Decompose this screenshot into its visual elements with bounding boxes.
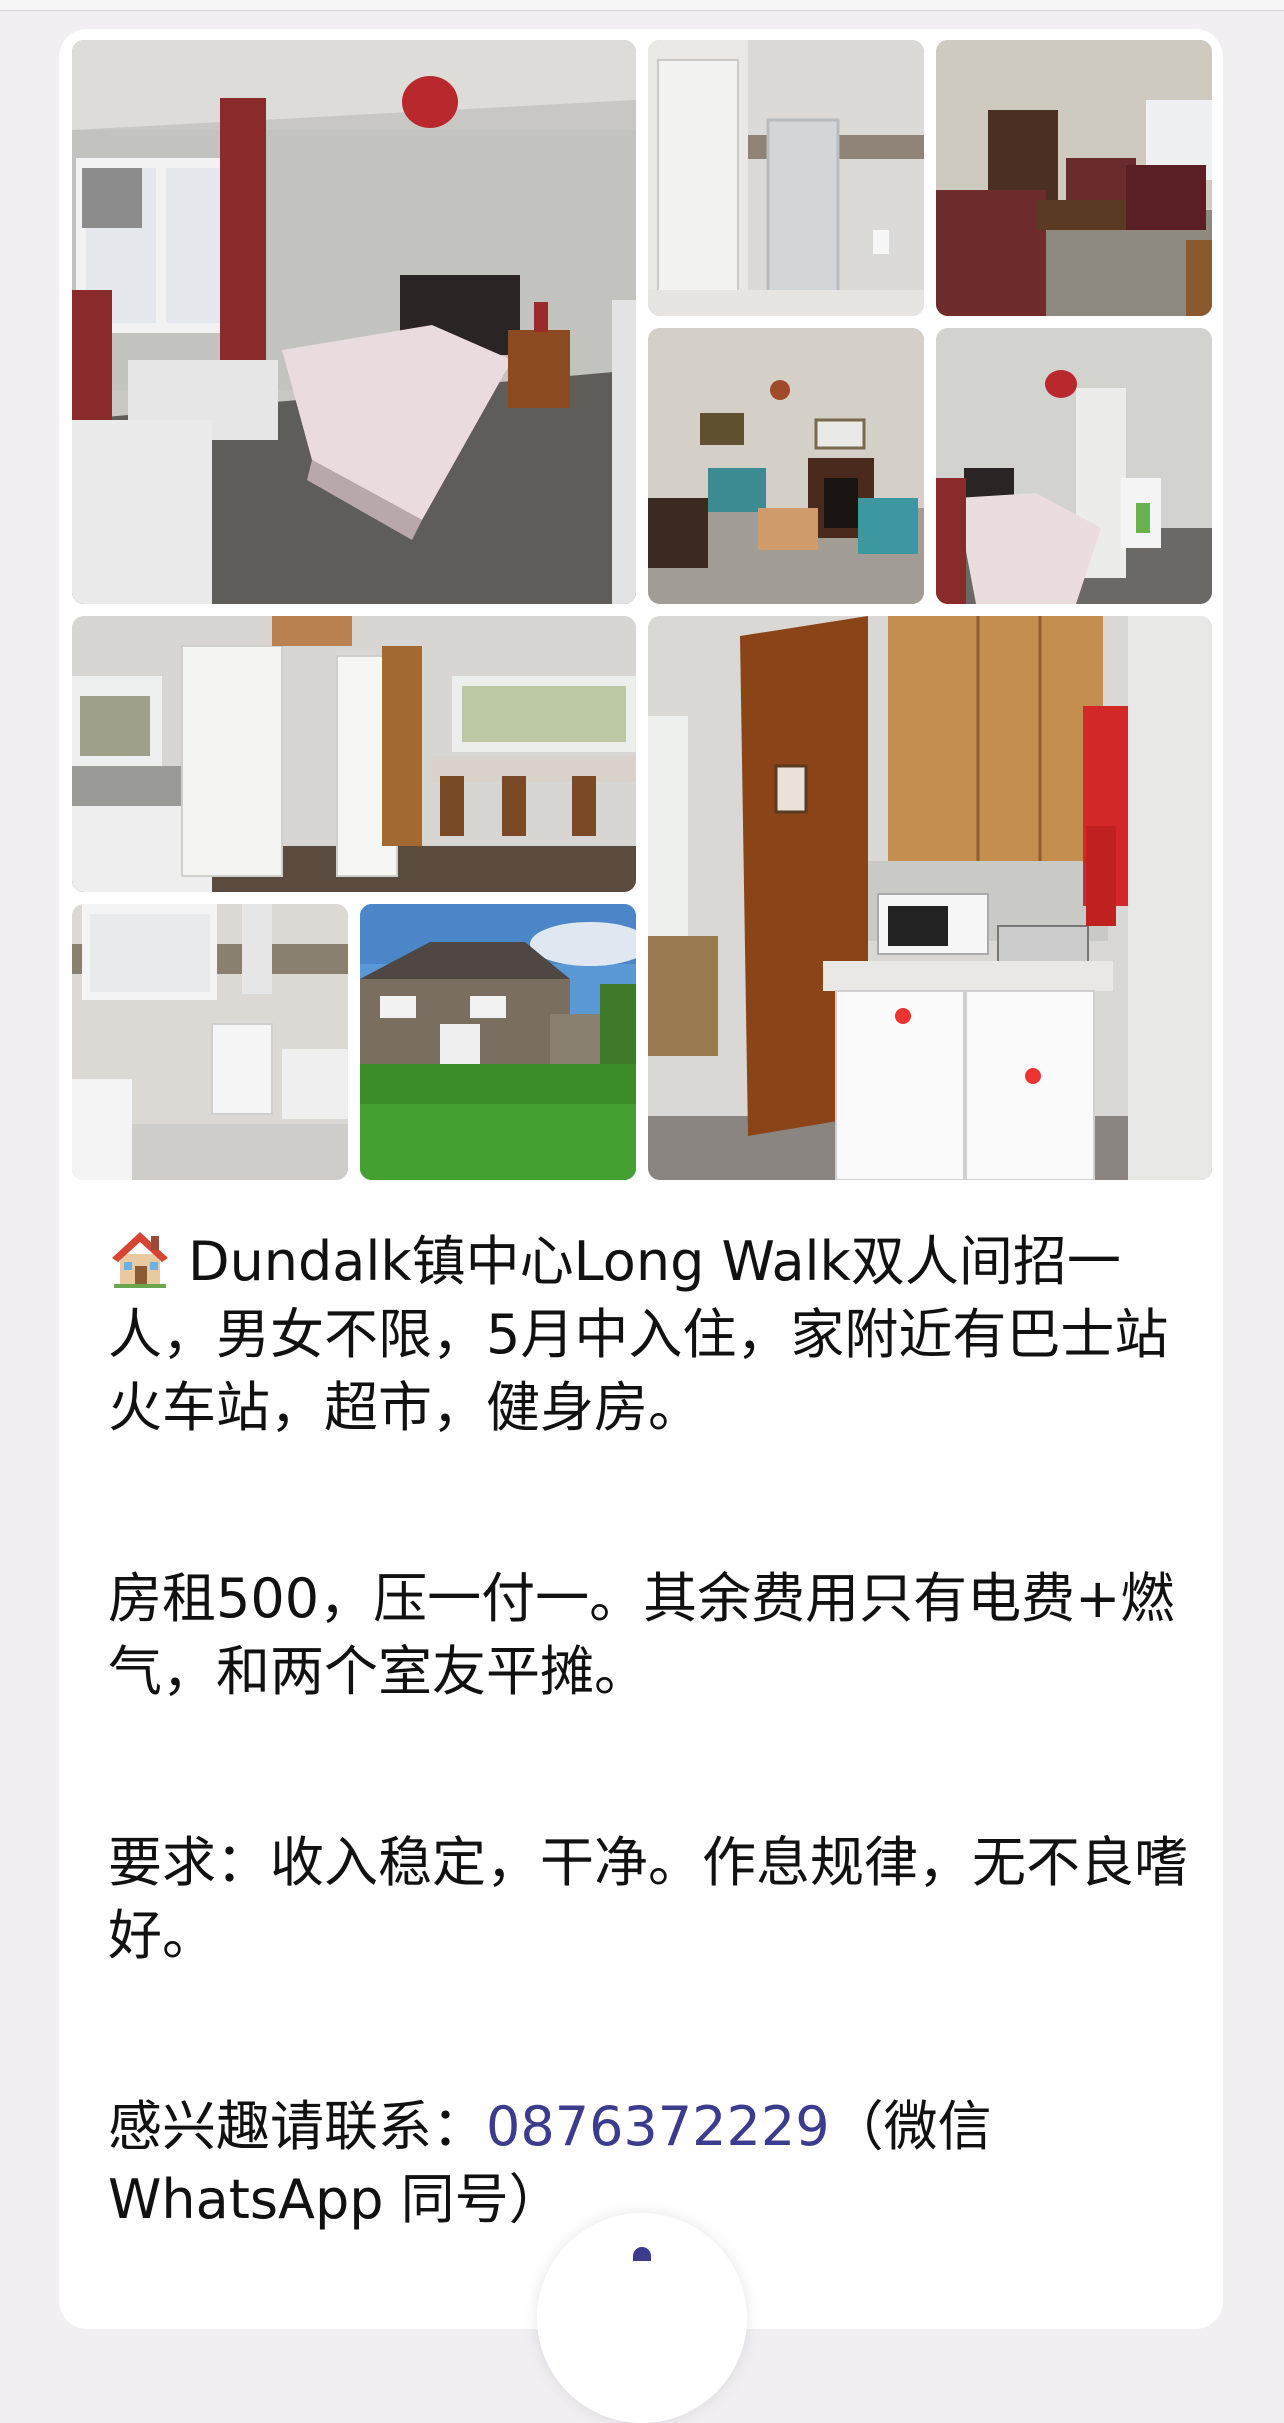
photo-gallery <box>72 40 1212 1180</box>
listing-intro-text: Dundalk镇中心Long Walk双人间招一人，男女不限，5月中入住，家附近… <box>108 1230 1169 1439</box>
floating-button-icon <box>633 2247 651 2261</box>
contact-phone-link[interactable]: 0876372229 <box>486 2095 830 2158</box>
top-divider <box>0 0 1284 11</box>
post-paragraph-2: 房租500，压一付一。其余费用只有电费+燃气，和两个室友平摊。 <box>108 1567 1175 1703</box>
photo-bathroom[interactable] <box>72 904 348 1180</box>
photo-bedroom[interactable] <box>72 40 636 604</box>
post-paragraph-3: 要求：收入稳定，干净。作息规律，无不良嗜好。 <box>108 1831 1188 1967</box>
photo-sitting-room[interactable] <box>936 40 1212 316</box>
photo-house-exterior[interactable] <box>360 904 636 1180</box>
photo-kitchen-dining[interactable] <box>72 616 636 892</box>
photo-shower-room[interactable] <box>648 40 924 316</box>
post-paragraph-1: Dundalk镇中心Long Walk双人间招一人，男女不限，5月中入住，家附近… <box>108 1225 1188 1444</box>
house-emoji-icon <box>112 1232 168 1288</box>
contact-prefix: 感兴趣请联系： <box>108 2095 486 2158</box>
post-body: Dundalk镇中心Long Walk双人间招一人，男女不限，5月中入住，家附近… <box>108 1225 1188 2236</box>
photo-bedroom-second-view[interactable] <box>936 328 1212 604</box>
photo-living-room-fireplace[interactable] <box>648 328 924 604</box>
floating-action-button[interactable] <box>537 2213 747 2423</box>
photo-kitchen-appliances[interactable] <box>648 616 1212 1180</box>
